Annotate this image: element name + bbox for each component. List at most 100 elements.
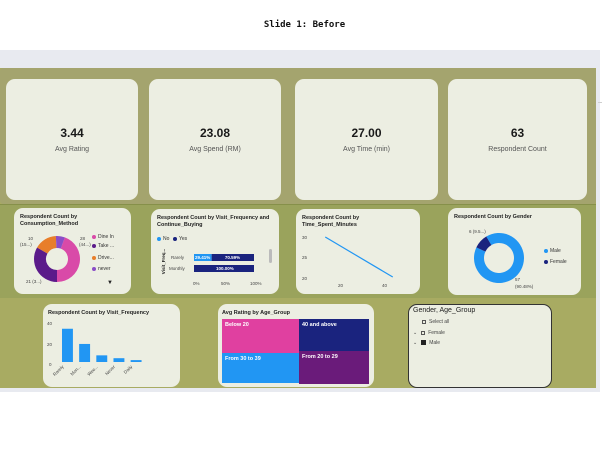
slicer-item-label: Female — [428, 330, 445, 336]
legend-label: never — [98, 266, 111, 272]
x-tick-label: 40 — [382, 283, 388, 288]
chevron-down-icon[interactable]: ⌄ — [413, 330, 417, 336]
data-label: 70.59% — [225, 255, 240, 260]
y-tick-label: 20 — [302, 276, 308, 281]
data-label: 10 — [28, 236, 34, 241]
legend-label: Male — [550, 248, 561, 254]
slicer-item-label: Select all — [429, 319, 450, 325]
kpi-label: Avg Spend (RM) — [189, 146, 241, 153]
slicer-item-female[interactable]: ⌄ Female — [413, 330, 445, 336]
legend-item[interactable]: Male — [544, 248, 561, 254]
slicer-item-label: Male — [429, 340, 441, 346]
kpi-label: Avg Time (min) — [343, 146, 390, 153]
donut-chart — [33, 236, 80, 282]
legend-item[interactable]: Yes — [173, 236, 187, 242]
x-tick-label: Daily — [123, 364, 134, 375]
slicer-item-male[interactable]: ⌄ Male — [413, 340, 440, 346]
treemap-cell[interactable]: Below 20 — [222, 319, 299, 353]
chevron-down-icon[interactable]: ⌄ — [413, 340, 417, 346]
x-tick-label: 20 — [338, 283, 344, 288]
chart-title: Respondent Count by Visit_Frequency and … — [157, 215, 270, 228]
legend-marker — [92, 266, 96, 271]
data-label: 100.00% — [216, 266, 234, 271]
line-chart — [324, 236, 394, 278]
y-tick-label: 0 — [49, 362, 52, 367]
treemap-label: 40 and above — [302, 322, 337, 328]
kpi-card-avg-time[interactable]: 27.00 Avg Time (min) — [295, 79, 438, 200]
legend-more-icon[interactable]: ▼ — [107, 280, 113, 286]
bar — [79, 343, 91, 362]
legend-item[interactable]: Drive... — [92, 255, 114, 261]
legend-item[interactable]: No — [157, 236, 169, 242]
kpi-card-avg-rating[interactable]: 3.44 Avg Rating — [6, 79, 138, 200]
bar-chart: Rarely Mon... Wee... Never Daily — [52, 328, 142, 377]
data-label: (44...) — [79, 242, 91, 247]
donut-slice — [33, 247, 57, 282]
chart-title: Respondent Count by Time_Spent_Minutes — [302, 215, 360, 228]
legend-item[interactable]: Female — [544, 259, 567, 265]
kpi-card-avg-spend[interactable]: 23.08 Avg Spend (RM) — [149, 79, 281, 200]
legend-item[interactable]: Dine In — [92, 234, 114, 240]
y-tick-label: 30 — [302, 235, 308, 240]
legend-item[interactable]: Take ... — [92, 243, 114, 249]
legend-marker — [544, 259, 548, 264]
slide-title: Slide 1: Before — [263, 20, 346, 30]
data-label: 57 — [515, 277, 521, 282]
y-tick-label: 20 — [47, 342, 53, 347]
kpi-value: 3.44 — [60, 126, 84, 140]
y-axis-title: Visit_Freq... — [161, 248, 167, 275]
legend-item[interactable]: never — [92, 266, 111, 272]
legend-label: Yes — [179, 236, 188, 242]
treemap-cell[interactable]: From 20 to 29 — [299, 351, 369, 384]
chart-gender[interactable]: Respondent Count by Gender 6 (9.5...) 57… — [448, 208, 581, 295]
legend-marker — [92, 243, 96, 248]
chart-title: Respondent Count by Gender — [454, 214, 532, 220]
donut-chart — [474, 233, 524, 283]
bar — [130, 360, 142, 362]
divider — [598, 102, 602, 103]
x-tick-label: Never — [104, 364, 116, 376]
data-label: (15...) — [20, 242, 32, 247]
data-label: 29.41% — [195, 255, 210, 260]
bar — [62, 328, 73, 362]
treemap-label: Below 20 — [225, 322, 249, 328]
x-tick-label: Mon... — [69, 364, 81, 376]
chart-visit-frequency[interactable]: Respondent Count by Visit_Frequency 40 2… — [43, 304, 180, 387]
kpi-label: Avg Rating — [54, 146, 90, 153]
checkbox[interactable] — [422, 319, 426, 324]
legend-label: Dine In — [98, 234, 114, 240]
scrollbar[interactable] — [269, 249, 272, 263]
y-tick-label: 40 — [47, 321, 53, 326]
chart-age-rating[interactable]: Avg Rating by Age_Group Below 20 40 and … — [218, 304, 374, 387]
treemap-label: From 30 to 39 — [225, 356, 261, 362]
checkbox[interactable] — [421, 330, 426, 335]
chart-consumption-method[interactable]: Respondent Count by Consumption_Method 1… — [14, 208, 131, 294]
chart-title: Respondent Count by Consumption_Method — [20, 214, 79, 227]
chart-time-spent[interactable]: Respondent Count by Time_Spent_Minutes 3… — [296, 209, 420, 294]
legend-label: Female — [550, 259, 567, 265]
legend-marker — [92, 255, 96, 260]
x-tick-label: 50% — [221, 281, 231, 286]
chart-title: Respondent Count by Visit_Frequency — [48, 310, 150, 316]
checkbox[interactable] — [421, 340, 427, 346]
x-tick-label: 0% — [193, 281, 200, 286]
x-tick-label: 100% — [250, 281, 262, 286]
slicer-item-select-all[interactable]: Select all — [422, 319, 449, 325]
series-line — [324, 236, 394, 278]
row-label: Monthly — [169, 266, 185, 271]
y-tick-label: 25 — [302, 255, 308, 260]
kpi-card-respondent-count[interactable]: 63 Respondent Count — [448, 79, 587, 200]
x-tick-label: Rarely — [52, 364, 65, 377]
kpi-value: 63 — [510, 126, 525, 140]
chart-visit-continue-buying[interactable]: Respondent Count by Visit_Frequency and … — [151, 209, 279, 294]
treemap-cell[interactable]: From 30 to 39 — [222, 353, 299, 383]
slicer-gender-age[interactable]: Gender, Age_Group Select all ⌄ Female ⌄ Ma… — [408, 304, 552, 388]
legend-marker — [173, 236, 177, 241]
legend-marker — [92, 234, 96, 239]
bar — [113, 358, 125, 362]
chart-title: Avg Rating by Age_Group — [222, 310, 291, 316]
slicer-title: Gender, Age_Group — [413, 307, 476, 314]
treemap-cell[interactable]: 40 and above — [299, 319, 369, 351]
row-label: Rarely — [171, 255, 185, 260]
legend-label: No — [163, 236, 170, 242]
